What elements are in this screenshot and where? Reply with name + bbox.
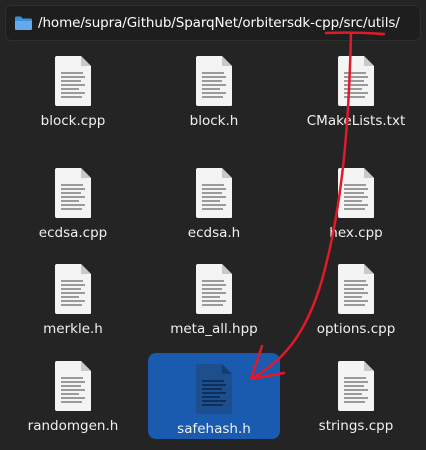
text-file-icon: [338, 168, 374, 218]
folder-icon: [14, 15, 33, 31]
file-name: strings.cpp: [318, 418, 394, 434]
file-name: ecdsa.h: [187, 225, 241, 241]
file-item-selected[interactable]: safehash.h: [148, 353, 280, 439]
file-item[interactable]: CMakeLists.txt: [290, 45, 422, 131]
file-item[interactable]: meta_all.hpp: [148, 253, 280, 339]
text-file-icon: [55, 361, 91, 411]
file-name: block.cpp: [40, 113, 106, 129]
text-file-icon: [55, 56, 91, 106]
file-name: ecdsa.cpp: [38, 225, 108, 241]
file-item[interactable]: hex.cpp: [290, 157, 422, 243]
file-item[interactable]: randomgen.h: [7, 350, 139, 436]
location-bar[interactable]: /home/supra/Github/SparqNet/orbitersdk-c…: [5, 5, 421, 41]
file-name: CMakeLists.txt: [306, 113, 406, 129]
text-file-icon: [55, 168, 91, 218]
file-item[interactable]: ecdsa.h: [148, 157, 280, 243]
text-file-icon: [196, 264, 232, 314]
text-file-icon: [196, 364, 232, 414]
file-item[interactable]: block.h: [148, 45, 280, 131]
file-item[interactable]: ecdsa.cpp: [7, 157, 139, 243]
text-file-icon: [196, 168, 232, 218]
location-path: /home/supra/Github/SparqNet/orbitersdk-c…: [38, 15, 400, 31]
text-file-icon: [55, 264, 91, 314]
file-item[interactable]: options.cpp: [290, 253, 422, 339]
text-file-icon: [338, 264, 374, 314]
file-name: randomgen.h: [27, 418, 119, 434]
file-name: options.cpp: [316, 321, 396, 337]
file-manager-window: /home/supra/Github/SparqNet/orbitersdk-c…: [0, 0, 426, 450]
file-name: block.h: [189, 113, 239, 129]
file-item[interactable]: strings.cpp: [290, 350, 422, 436]
text-file-icon: [338, 361, 374, 411]
file-item[interactable]: merkle.h: [7, 253, 139, 339]
file-name: hex.cpp: [329, 225, 383, 241]
file-name: meta_all.hpp: [170, 321, 258, 337]
text-file-icon: [338, 56, 374, 106]
file-item[interactable]: block.cpp: [7, 45, 139, 131]
file-grid: block.cpp block.h CMakeLists.txt ecdsa.c…: [0, 45, 426, 450]
text-file-icon: [196, 56, 232, 106]
file-name: merkle.h: [43, 321, 103, 337]
file-name: safehash.h: [177, 421, 251, 437]
